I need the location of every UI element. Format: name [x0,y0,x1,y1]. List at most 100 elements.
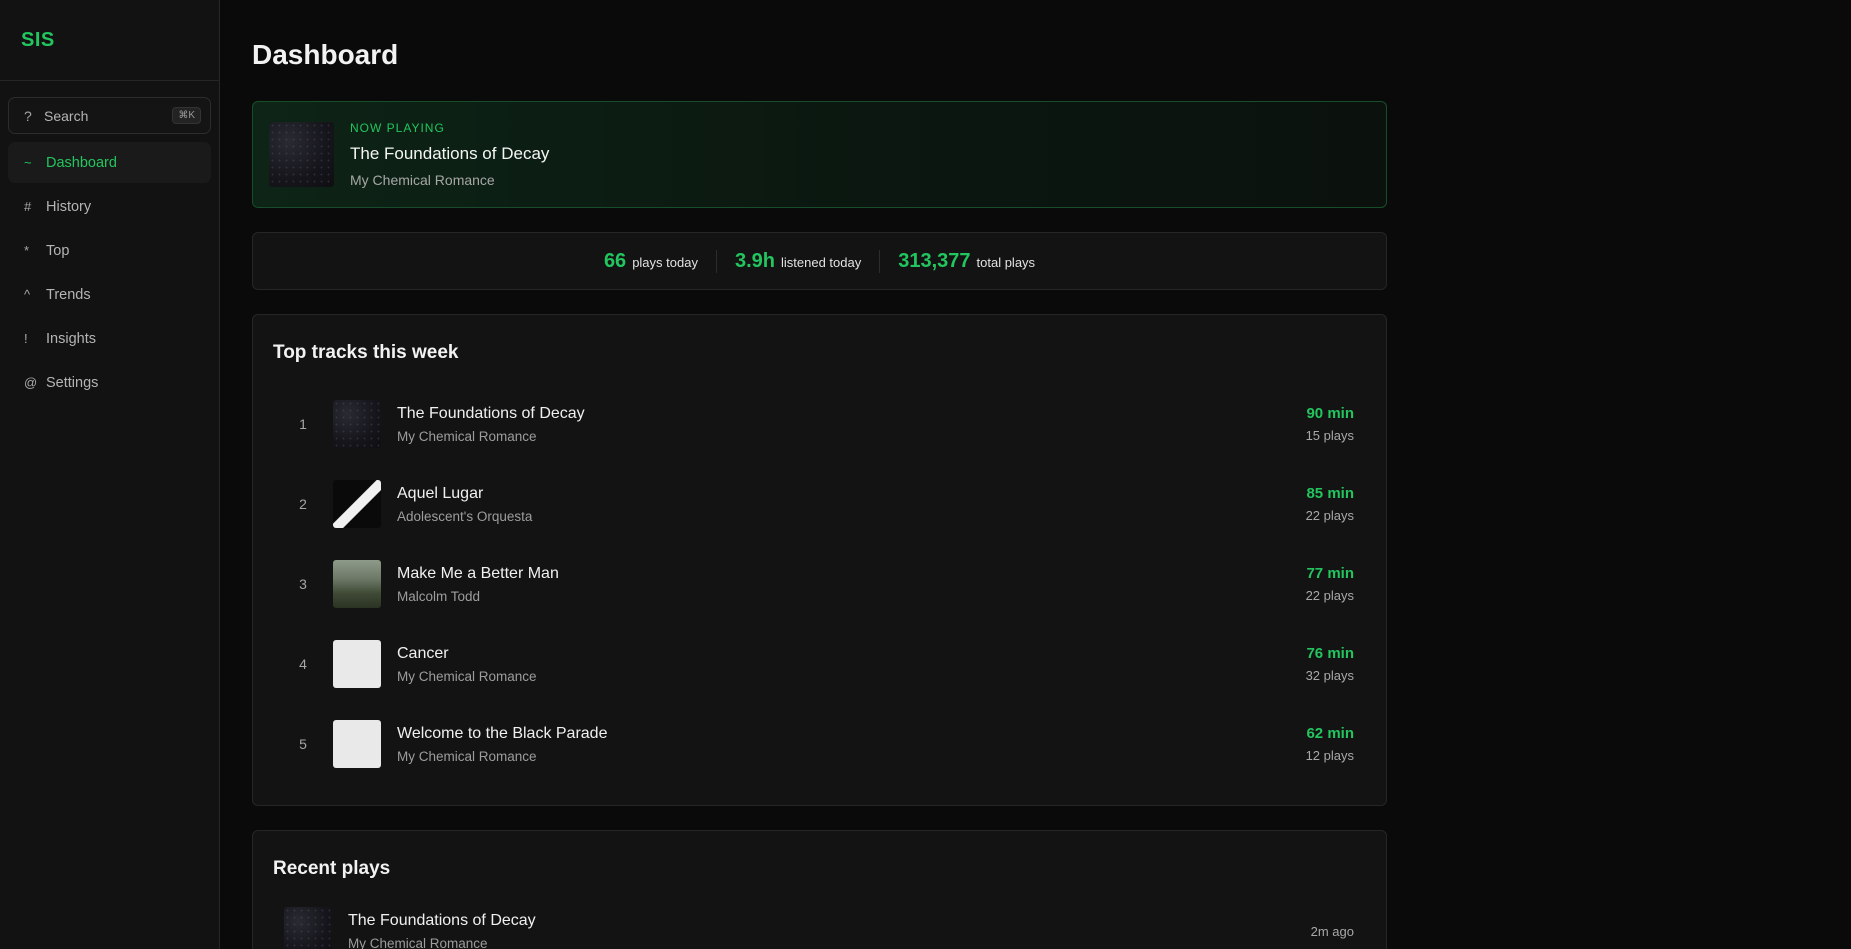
top-tracks-card: Top tracks this week 1 The Foundations o… [252,314,1387,806]
insights-icon: ! [24,331,28,346]
track-minutes: 85 min [1306,485,1354,502]
recent-plays-card: Recent plays The Foundations of Decay My… [252,830,1387,949]
stat-total-plays: 313,377 total plays [879,249,1053,273]
album-cover [269,122,334,187]
trends-icon: ^ [24,287,31,302]
track-info: Aquel Lugar Adolescent's Orquesta [397,485,1306,524]
track-rank: 3 [299,576,307,592]
brand-logo[interactable]: SIS [0,0,219,81]
track-minutes: 62 min [1306,725,1354,742]
track-title: The Foundations of Decay [397,404,585,422]
track-artist: My Chemical Romance [397,668,537,684]
track-stats: 90 min 15 plays [1306,405,1354,443]
main-content: Dashboard NOW PLAYING The Foundations of… [220,0,1851,949]
dashboard-icon: ~ [24,155,32,170]
track-minutes: 90 min [1306,405,1354,422]
track-stats: 77 min 22 plays [1306,565,1354,603]
now-playing-label: NOW PLAYING [350,121,445,135]
sidebar-item-label: Top [46,242,70,259]
sidebar-item-insights[interactable]: ! Insights [8,318,211,359]
album-cover [284,907,332,949]
track-plays: 22 plays [1305,588,1354,603]
track-row[interactable]: 3 Make Me a Better Man Malcolm Todd 77 m… [273,544,1354,624]
sidebar-item-label: History [46,198,92,215]
album-cover [333,480,381,528]
track-row[interactable]: 4 Cancer My Chemical Romance 76 min 32 p… [273,624,1354,704]
track-title: Aquel Lugar [397,484,484,502]
now-playing-info: NOW PLAYING The Foundations of Decay My … [350,121,549,188]
stat-value: 313,377 [898,249,971,272]
track-artist: My Chemical Romance [348,935,488,949]
app: SIS ? Search ⌘K ~ Dashboard # History * … [0,0,1851,949]
track-title: Cancer [397,644,449,662]
track-stats: 85 min 22 plays [1306,485,1354,523]
track-rank: 4 [299,656,307,672]
track-artist: Adolescent's Orquesta [397,508,533,524]
stats-bar: 66 plays today 3.9h listened today 313,3… [252,232,1387,290]
track-stats: 62 min 12 plays [1306,725,1354,763]
album-cover [333,560,381,608]
track-rank: 5 [299,736,307,752]
sidebar-item-settings[interactable]: @ Settings [8,362,211,403]
track-plays: 22 plays [1305,508,1354,523]
album-cover [333,640,381,688]
top-icon: * [24,243,30,258]
search-button[interactable]: ? Search ⌘K [8,97,211,134]
play-timestamp: 2m ago [1310,923,1354,939]
now-playing-artist: My Chemical Romance [350,172,495,188]
search-label: Search [44,107,89,124]
track-artist: My Chemical Romance [397,428,537,444]
stat-value: 3.9h [734,249,775,272]
stat-value: 66 [603,249,627,272]
track-minutes: 76 min [1306,645,1354,662]
album-cover [333,720,381,768]
sidebar-item-label: Trends [46,286,91,303]
page-title: Dashboard [252,39,399,70]
track-row[interactable]: 1 The Foundations of Decay My Chemical R… [273,384,1354,464]
sidebar-item-trends[interactable]: ^ Trends [8,274,211,315]
settings-icon: @ [24,375,38,390]
track-title: The Foundations of Decay [348,911,536,929]
history-icon: # [24,199,32,214]
track-title: Welcome to the Black Parade [397,724,608,742]
sidebar-item-history[interactable]: # History [8,186,211,227]
now-playing-card[interactable]: NOW PLAYING The Foundations of Decay My … [252,101,1387,208]
stat-label: total plays [976,254,1036,270]
track-stats: 76 min 32 plays [1306,645,1354,683]
track-artist: Malcolm Todd [397,588,481,604]
track-info: The Foundations of Decay My Chemical Rom… [397,405,1306,444]
top-tracks-list: 1 The Foundations of Decay My Chemical R… [273,384,1354,784]
stat-label: plays today [632,254,698,270]
sidebar-item-label: Dashboard [46,154,117,171]
track-row[interactable]: 2 Aquel Lugar Adolescent's Orquesta 85 m… [273,464,1354,544]
stat-label: listened today [780,254,862,270]
sidebar-item-top[interactable]: * Top [8,230,211,271]
sidebar-item-label: Settings [46,374,99,391]
track-plays: 12 plays [1305,748,1354,763]
track-info: The Foundations of Decay My Chemical Rom… [348,912,1311,949]
sidebar: SIS ? Search ⌘K ~ Dashboard # History * … [0,0,220,949]
track-row[interactable]: 5 Welcome to the Black Parade My Chemica… [273,704,1354,784]
track-minutes: 77 min [1306,565,1354,582]
stat-listened-today: 3.9h listened today [715,249,879,273]
now-playing-title: The Foundations of Decay [350,144,550,163]
recent-play-row[interactable]: The Foundations of Decay My Chemical Rom… [273,903,1354,949]
sidebar-item-dashboard[interactable]: ~ Dashboard [8,142,211,183]
search-icon: ? [24,107,32,124]
track-artist: My Chemical Romance [397,748,537,764]
track-title: Make Me a Better Man [397,564,559,582]
stat-plays-today: 66 plays today [586,250,716,273]
sidebar-item-label: Insights [46,330,96,347]
track-plays: 15 plays [1305,428,1354,443]
section-title: Top tracks this week [273,342,459,363]
section-title: Recent plays [273,858,391,879]
sidebar-nav: ~ Dashboard # History * Top ^ Trends ! I… [0,142,219,403]
track-plays: 32 plays [1305,668,1354,683]
album-cover [333,400,381,448]
search-shortcut-badge: ⌘K [172,107,201,124]
track-info: Cancer My Chemical Romance [397,645,1306,684]
track-rank: 2 [299,496,307,512]
track-info: Make Me a Better Man Malcolm Todd [397,565,1306,604]
track-rank: 1 [299,416,307,432]
track-info: Welcome to the Black Parade My Chemical … [397,725,1306,764]
